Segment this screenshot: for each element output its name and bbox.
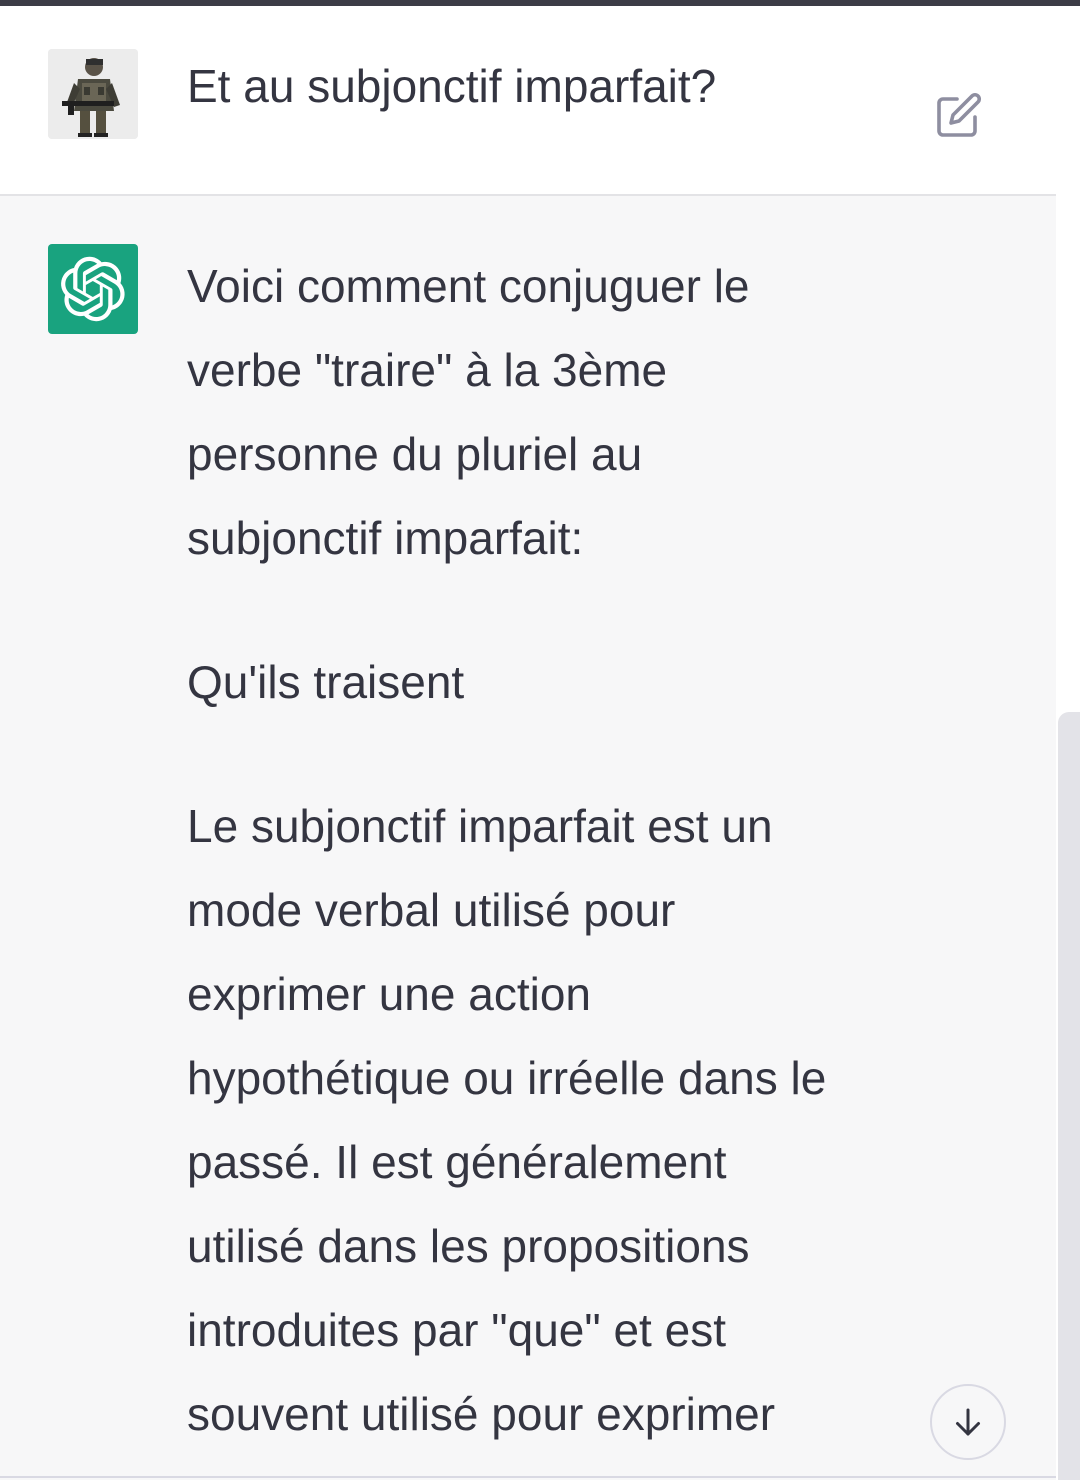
scroll-to-bottom-button[interactable] [930,1384,1006,1460]
response-paragraph: Le subjonctif imparfait est un mode verb… [187,800,827,1440]
user-avatar [48,49,138,139]
openai-logo-icon [61,256,125,322]
user-message-row: Et au subjonctif imparfait? [0,6,1056,196]
assistant-avatar [48,244,138,334]
arrow-down-icon [956,1408,980,1436]
assistant-message-row: Voici comment conjuguer le verbe "traire… [0,196,1056,1480]
edit-message-button[interactable] [930,86,988,144]
bottom-divider [0,1476,1056,1478]
user-photo-avatar-icon [48,49,138,139]
assistant-message-text: Voici comment conjuguer le verbe "traire… [187,244,847,1456]
edit-icon [937,92,982,137]
response-paragraph: Voici comment conjuguer le verbe "traire… [187,260,750,564]
user-message-text: Et au subjonctif imparfait? [187,60,717,112]
scrollbar-thumb[interactable] [1058,712,1080,1480]
response-paragraph: Qu'ils traisent [187,656,465,708]
